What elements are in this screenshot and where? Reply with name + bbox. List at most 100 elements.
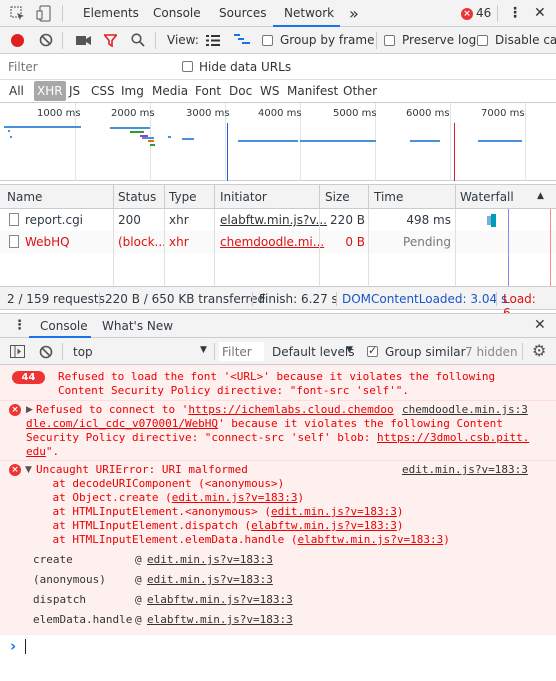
network-filter-input[interactable]	[4, 57, 166, 77]
type-filter-js[interactable]: JS	[69, 80, 80, 102]
request-name[interactable]: report.cgi	[25, 213, 83, 227]
clear-console-icon[interactable]	[39, 345, 53, 359]
repeat-count-badge: 44	[12, 371, 45, 384]
error-url-link[interactable]: https://ichemlabs.cloud.chemdoo	[188, 403, 393, 416]
type-filter-media[interactable]: Media	[152, 80, 188, 102]
request-size: 0 B	[345, 235, 365, 249]
request-size: 220 B	[330, 213, 365, 227]
error-count[interactable]: 46	[476, 0, 491, 27]
stack-link[interactable]: elabftw.min.js?v=183:3	[251, 519, 397, 532]
filter-row: Hide data URLs	[0, 54, 556, 80]
type-filter-img[interactable]: Img	[121, 80, 144, 102]
stack-link[interactable]: edit.min.js?v=183:3	[172, 491, 298, 504]
frame-link[interactable]: edit.min.js?v=183:3	[147, 573, 273, 586]
col-status-header[interactable]: Status	[118, 190, 156, 204]
error-icon: ×	[9, 404, 21, 416]
clear-icon[interactable]	[39, 33, 53, 47]
type-filter-doc[interactable]: Doc	[229, 80, 252, 102]
type-filter-font[interactable]: Font	[195, 80, 221, 102]
console-filter-input[interactable]	[219, 342, 264, 361]
device-toggle-icon[interactable]	[36, 5, 52, 22]
frame-link[interactable]: elabftw.min.js?v=183:3	[147, 593, 293, 606]
type-filter-css[interactable]: CSS	[91, 80, 115, 102]
request-name[interactable]: WebHQ	[25, 235, 70, 249]
timeline-overview[interactable]: 1000 ms 2000 ms 3000 ms 4000 ms 5000 ms …	[0, 103, 556, 181]
group-similar-checkbox[interactable]	[367, 344, 378, 357]
error-url-link[interactable]: dle.com/icl_cdc_v070001/WebHQ	[26, 417, 218, 430]
tab-network[interactable]: Network	[284, 0, 334, 27]
col-time-header[interactable]: Time	[374, 190, 403, 204]
col-initiator-header[interactable]: Initiator	[220, 190, 267, 204]
waterfall-overview-icon[interactable]	[234, 34, 250, 47]
col-waterfall-header[interactable]: Waterfall	[460, 190, 514, 204]
expand-triangle-icon[interactable]: ▶	[26, 405, 33, 415]
ruler-label: 3000 ms	[186, 108, 230, 119]
type-filter-xhr[interactable]: XHR	[34, 81, 66, 101]
log-levels-dropdown[interactable]: Default levels	[272, 345, 354, 359]
stack-link[interactable]: edit.min.js?v=183:3	[271, 505, 397, 518]
sort-ascending-icon[interactable]: ▲	[537, 191, 544, 201]
frame-function: create	[33, 553, 73, 566]
error-source-link[interactable]: edit.min.js?v=183:3	[402, 463, 528, 477]
view-label: View:	[167, 33, 199, 47]
camera-icon[interactable]	[76, 35, 91, 46]
stack-link[interactable]: elabftw.min.js?v=183:3	[298, 533, 444, 546]
frame-at: @	[135, 573, 142, 586]
more-tabs-button[interactable]: »	[349, 0, 359, 27]
error-text: Refused to connect to 'https://ichemlabs…	[36, 403, 394, 416]
drawer-tab-console[interactable]: Console	[40, 319, 88, 333]
stack-line: at HTMLInputElement.dispatch (elabftw.mi…	[26, 519, 404, 532]
type-filter-manifest[interactable]: Manifest	[287, 80, 338, 102]
prompt-caret[interactable]	[25, 639, 26, 654]
record-button[interactable]	[11, 34, 24, 47]
context-selector[interactable]: top	[73, 345, 93, 359]
frame-link[interactable]: edit.min.js?v=183:3	[147, 553, 273, 566]
error-url-link[interactable]: edu	[26, 445, 46, 458]
summary-requests: 2 / 159 requests	[7, 292, 105, 306]
dcl-marker	[227, 123, 228, 181]
type-filter-other[interactable]: Other	[343, 80, 377, 102]
drawer-tab-whats-new[interactable]: What's New	[102, 319, 173, 333]
close-drawer-icon[interactable]: ✕	[534, 317, 546, 333]
frame-link[interactable]: elabftw.min.js?v=183:3	[147, 613, 293, 626]
network-toolbar: View: Group by frame Preserve log Disabl…	[0, 27, 556, 54]
kebab-menu-icon[interactable]: ⋮	[508, 0, 522, 27]
request-initiator[interactable]: elabftw.min.js?v...	[220, 213, 327, 227]
error-count-icon[interactable]: ×	[461, 8, 473, 20]
group-by-frame-checkbox[interactable]	[262, 35, 273, 46]
disable-cache-checkbox[interactable]	[477, 35, 488, 46]
document-icon	[9, 213, 19, 226]
table-row[interactable]: report.cgi 200 xhr elabftw.min.js?v... 2…	[0, 209, 556, 231]
error-url-link[interactable]: https://3dmol.csb.pitt.	[377, 431, 529, 444]
tab-sources[interactable]: Sources	[219, 0, 266, 27]
tab-console[interactable]: Console	[153, 0, 201, 27]
log-levels-dropdown-icon[interactable]: ▼	[346, 345, 353, 355]
stack-line: at HTMLInputElement.<anonymous> (edit.mi…	[26, 505, 404, 518]
context-dropdown-icon[interactable]: ▼	[200, 345, 207, 355]
drawer-menu-icon[interactable]: ⋮	[13, 318, 26, 333]
console-prompt[interactable]: ›	[0, 634, 556, 681]
type-filter-ws[interactable]: WS	[260, 80, 279, 102]
col-size-header[interactable]: Size	[325, 190, 350, 204]
col-name-header[interactable]: Name	[7, 190, 42, 204]
hide-data-urls-checkbox[interactable]	[182, 61, 193, 72]
request-initiator[interactable]: chemdoodle.mi...	[220, 235, 324, 249]
settings-gear-icon[interactable]: ⚙	[532, 341, 546, 360]
tab-elements[interactable]: Elements	[83, 0, 139, 27]
error-text: edu".	[26, 445, 60, 458]
col-type-header[interactable]: Type	[169, 190, 197, 204]
frame-at: @	[135, 553, 142, 566]
frame-function: dispatch	[33, 593, 86, 606]
table-row[interactable]: WebHQ (block... xhr chemdoodle.mi... 0 B…	[0, 231, 556, 253]
request-status: 200	[118, 213, 141, 227]
collapse-triangle-icon[interactable]: ▼	[25, 465, 32, 475]
large-rows-icon[interactable]	[206, 35, 220, 46]
inspect-icon[interactable]	[10, 6, 26, 22]
type-filter-all[interactable]: All	[9, 80, 24, 102]
search-icon[interactable]	[131, 33, 145, 47]
error-source-link[interactable]: chemdoodle.min.js:3	[402, 403, 528, 417]
preserve-log-checkbox[interactable]	[384, 35, 395, 46]
sidebar-toggle-icon[interactable]	[10, 345, 25, 358]
close-devtools-icon[interactable]: ✕	[534, 0, 546, 27]
filter-icon[interactable]	[104, 34, 117, 47]
